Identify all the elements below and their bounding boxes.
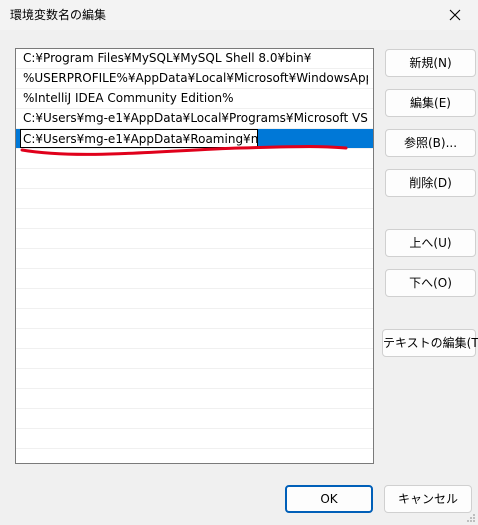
cancel-button[interactable]: キャンセル [384, 485, 472, 513]
move-up-button[interactable]: 上へ(U) [385, 229, 476, 257]
list-item-empty[interactable] [16, 229, 373, 249]
ok-button[interactable]: OK [285, 485, 373, 513]
list-item-empty[interactable] [16, 449, 373, 463]
close-icon [449, 9, 461, 21]
list-item[interactable]: C:¥Users¥mg-e1¥AppData¥Local¥Programs¥Mi… [16, 109, 373, 129]
list-item-empty[interactable] [16, 389, 373, 409]
list-item-empty[interactable] [16, 329, 373, 349]
list-item-empty[interactable] [16, 169, 373, 189]
resize-grip-icon[interactable] [466, 513, 476, 523]
list-item[interactable]: %USERPROFILE%¥AppData¥Local¥Microsoft¥Wi… [16, 69, 373, 89]
edit-text-button[interactable]: テキストの編集(T)... [382, 329, 478, 357]
list-item-empty[interactable] [16, 149, 373, 169]
path-edit-input[interactable] [20, 129, 258, 148]
new-button[interactable]: 新規(N) [385, 49, 476, 77]
title-bar: 環境変数名の編集 [0, 0, 478, 30]
list-item-empty[interactable] [16, 369, 373, 389]
list-item-text: C:¥Program Files¥MySQL¥MySQL Shell 8.0¥b… [23, 51, 312, 65]
list-item-empty[interactable] [16, 349, 373, 369]
list-item-empty[interactable] [16, 249, 373, 269]
list-item-text: %IntelliJ IDEA Community Edition% [23, 91, 234, 105]
list-item-selected[interactable] [16, 129, 373, 149]
window-title: 環境変数名の編集 [10, 8, 107, 22]
delete-button[interactable]: 削除(D) [385, 169, 476, 197]
list-item-empty[interactable] [16, 429, 373, 449]
path-list[interactable]: C:¥Program Files¥MySQL¥MySQL Shell 8.0¥b… [15, 48, 374, 464]
move-down-button[interactable]: 下へ(O) [385, 269, 476, 297]
list-item-empty[interactable] [16, 189, 373, 209]
list-item-empty[interactable] [16, 309, 373, 329]
browse-button[interactable]: 参照(B)... [385, 129, 476, 157]
close-button[interactable] [432, 0, 478, 30]
list-item-empty[interactable] [16, 209, 373, 229]
list-item[interactable]: %IntelliJ IDEA Community Edition% [16, 89, 373, 109]
list-item-empty[interactable] [16, 289, 373, 309]
list-item[interactable]: C:¥Program Files¥MySQL¥MySQL Shell 8.0¥b… [16, 49, 373, 69]
list-item-empty[interactable] [16, 409, 373, 429]
list-item-text: C:¥Users¥mg-e1¥AppData¥Local¥Programs¥Mi… [23, 111, 368, 125]
list-item-text: %USERPROFILE%¥AppData¥Local¥Microsoft¥Wi… [23, 71, 368, 85]
edit-button[interactable]: 編集(E) [385, 89, 476, 117]
list-item-empty[interactable] [16, 269, 373, 289]
